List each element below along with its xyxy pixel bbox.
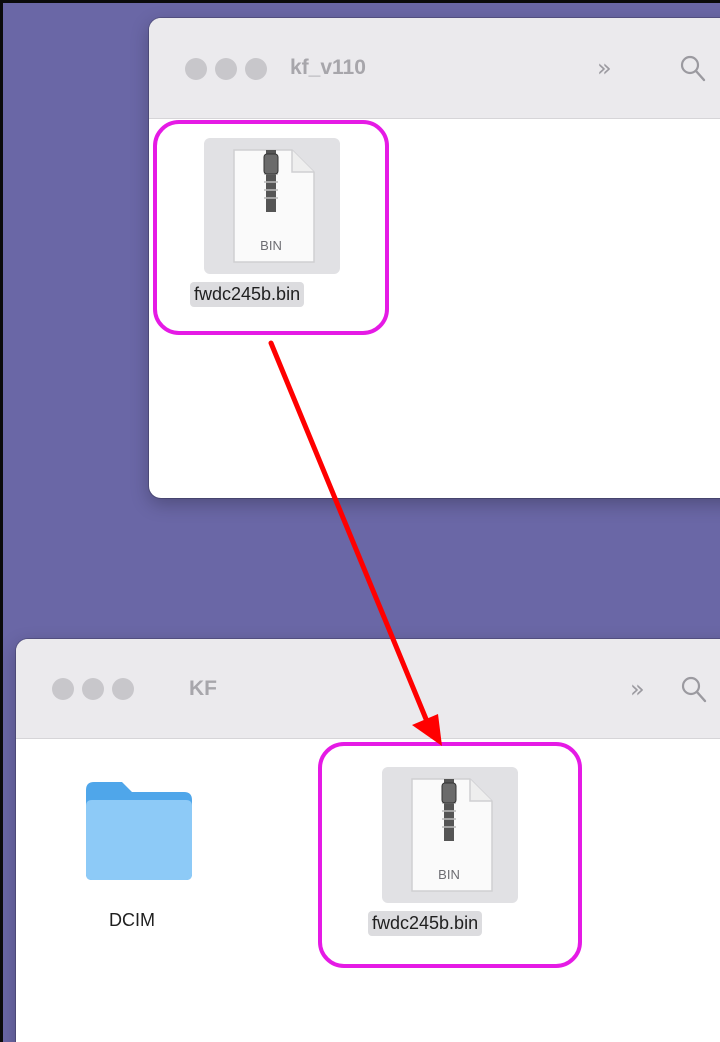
desktop-background: kf_v110 » BIN fwdc245b.bin KF » DCIM BIN… <box>0 0 720 1042</box>
drag-arrow <box>268 340 442 746</box>
